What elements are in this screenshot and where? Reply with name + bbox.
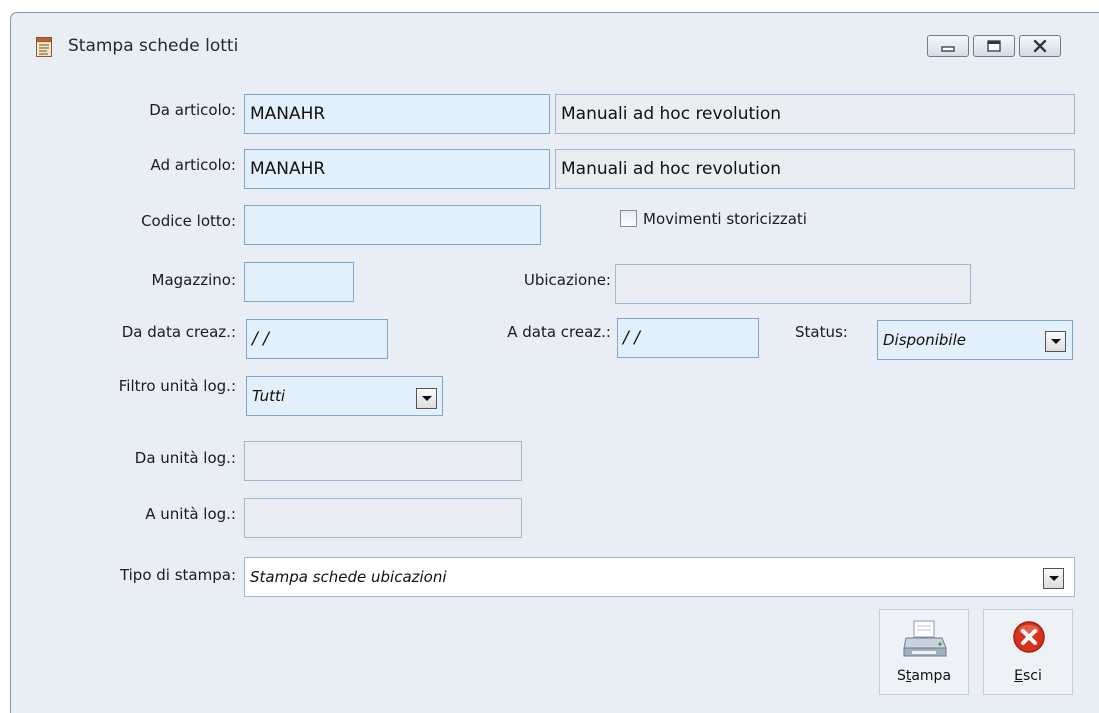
da-data-creaz-label: Da data creaz.: — [121, 323, 236, 341]
tipo-di-stampa-value: Stampa schede ubicazioni — [250, 568, 447, 586]
status-label: Status: — [795, 323, 848, 341]
window-title: Stampa schede lotti — [68, 36, 239, 56]
a-data-creaz-label: A data creaz.: — [507, 323, 611, 341]
filtro-unita-log-label: Filtro unità log.: — [118, 377, 236, 395]
printer-icon — [903, 620, 947, 657]
esci-button[interactable]: Esci — [983, 609, 1073, 695]
da-articolo-description-field[interactable]: Manuali ad hoc revolution — [555, 94, 1075, 134]
close-circle-icon — [1013, 621, 1045, 653]
ubicazione-label: Ubicazione: — [523, 271, 611, 289]
filtro-unita-log-select[interactable]: Tutti — [246, 376, 443, 416]
tipo-di-stampa-dropdown-arrow-icon[interactable] — [1043, 568, 1064, 589]
status-select[interactable]: Disponibile — [877, 320, 1073, 360]
movimenti-storicizzati-label: Movimenti storicizzati — [643, 210, 807, 228]
maximize-icon — [987, 40, 1001, 52]
ad-articolo-label: Ad articolo: — [150, 156, 236, 174]
status-value: Disponibile — [883, 331, 966, 349]
title-bar: Stampa schede lotti — [11, 13, 1099, 71]
document-icon[interactable] — [36, 37, 52, 57]
da-unita-log-field[interactable] — [244, 441, 522, 481]
ad-articolo-code-field[interactable]: MANAHR — [244, 149, 550, 189]
magazzino-field[interactable] — [244, 262, 354, 302]
a-data-creaz-field[interactable]: / / — [617, 318, 759, 358]
maximize-button[interactable] — [973, 35, 1015, 57]
a-unita-log-label: A unità log.: — [145, 505, 236, 523]
print-lot-cards-window: Stampa schede lotti Da articolo: MANAHR … — [10, 12, 1099, 713]
magazzino-label: Magazzino: — [151, 271, 237, 289]
minimize-icon — [941, 46, 955, 52]
da-articolo-label: Da articolo: — [149, 101, 236, 119]
da-data-creaz-field[interactable]: / / — [246, 319, 388, 359]
ad-articolo-description-field[interactable]: Manuali ad hoc revolution — [555, 149, 1075, 189]
ubicazione-field[interactable] — [615, 264, 971, 304]
minimize-button[interactable] — [927, 35, 969, 57]
close-button[interactable] — [1019, 35, 1061, 57]
esci-button-label: Esci — [1014, 668, 1042, 684]
close-icon — [1033, 39, 1047, 53]
status-dropdown-arrow-icon[interactable] — [1045, 331, 1066, 352]
da-articolo-code-field[interactable]: MANAHR — [244, 94, 550, 134]
codice-lotto-label: Codice lotto: — [141, 212, 236, 230]
filtro-unita-log-value: Tutti — [252, 387, 286, 405]
da-unita-log-label: Da unità log.: — [134, 449, 236, 467]
stampa-button-label: Stampa — [896, 668, 952, 684]
a-unita-log-field[interactable] — [244, 498, 522, 538]
tipo-di-stampa-select[interactable]: Stampa schede ubicazioni — [244, 557, 1075, 597]
codice-lotto-field[interactable] — [244, 205, 541, 245]
tipo-di-stampa-label: Tipo di stampa: — [119, 566, 236, 584]
stampa-button[interactable]: Stampa — [879, 609, 969, 695]
filtro-unita-log-dropdown-arrow-icon[interactable] — [416, 388, 437, 409]
movimenti-storicizzati-checkbox[interactable] — [620, 210, 637, 227]
